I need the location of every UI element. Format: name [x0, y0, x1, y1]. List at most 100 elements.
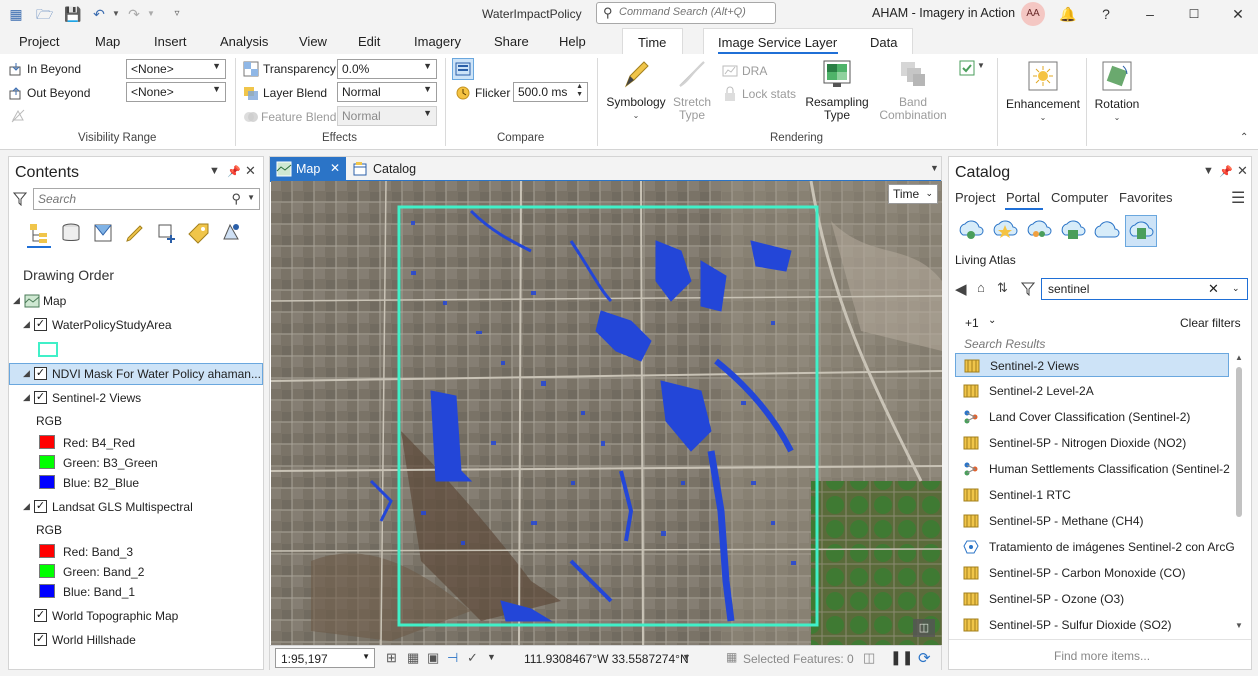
- resampling-type-button[interactable]: Resampling Type: [803, 58, 871, 122]
- feature-blend-dropdown[interactable]: Normal ▼: [337, 106, 437, 126]
- catalog-search-input[interactable]: [1048, 282, 1198, 296]
- enhancement-button[interactable]: Enhancement ⌄: [1003, 60, 1083, 124]
- tree-row-study-area[interactable]: ◢ ✓ WaterPolicyStudyArea: [9, 315, 263, 337]
- pane-options-icon[interactable]: ▼: [209, 165, 220, 177]
- select-icon[interactable]: ▦: [726, 650, 737, 664]
- navigator-icon[interactable]: ◫: [913, 619, 935, 637]
- filter-count[interactable]: +1: [965, 316, 979, 330]
- close-pane-icon[interactable]: ✕: [1237, 163, 1248, 179]
- expand-toggle-icon[interactable]: ◢: [13, 295, 20, 306]
- pin-icon[interactable]: 📌: [227, 165, 241, 178]
- lock-stats-button[interactable]: Lock stats: [742, 87, 796, 101]
- legend-red-swatch[interactable]: [39, 435, 55, 449]
- redo-dropdown-icon[interactable]: ▼: [143, 6, 159, 22]
- out-beyond-dropdown[interactable]: <None> ▼: [126, 82, 226, 102]
- command-search-input[interactable]: [619, 6, 769, 18]
- result-item[interactable]: Sentinel-5P - Methane (CH4): [955, 509, 1229, 533]
- spinner-icon[interactable]: ▲ ▼: [576, 83, 583, 99]
- list-by-selection-icon[interactable]: [91, 221, 115, 245]
- visibility-checkbox[interactable]: ✓: [34, 633, 47, 646]
- scroll-down-icon[interactable]: ▼: [1235, 621, 1243, 630]
- filter-icon[interactable]: [13, 192, 27, 206]
- apply-template-icon[interactable]: [959, 60, 975, 76]
- save-icon[interactable]: 💾: [64, 6, 81, 22]
- tree-row-sentinel-2-views[interactable]: ◢ ✓ Sentinel-2 Views: [9, 388, 263, 410]
- clear-filters-link[interactable]: Clear filters: [1180, 316, 1241, 330]
- result-item[interactable]: Tratamiento de imágenes Sentinel-2 con A…: [955, 535, 1235, 559]
- tree-row-map[interactable]: ◢ Map: [9, 291, 263, 313]
- constraints-icon[interactable]: ⊣: [447, 650, 458, 666]
- transparency-input[interactable]: 0.0% ▼: [337, 59, 437, 79]
- minimize-button[interactable]: –: [1140, 4, 1160, 24]
- tab-image-service-layer[interactable]: Image Service Layer: [718, 35, 837, 50]
- visibility-checkbox[interactable]: ✓: [34, 367, 47, 380]
- pin-icon[interactable]: 📌: [1219, 165, 1233, 178]
- list-by-drawing-order-icon[interactable]: [27, 221, 51, 245]
- tab-data[interactable]: Data: [870, 35, 897, 50]
- flicker-rate-input[interactable]: 500.0 ms ▲ ▼: [513, 82, 588, 102]
- tab-help[interactable]: Help: [559, 34, 586, 49]
- maximize-button[interactable]: ☐: [1184, 4, 1204, 24]
- tab-analysis[interactable]: Analysis: [220, 34, 268, 49]
- avatar[interactable]: AA: [1021, 2, 1045, 26]
- visibility-checkbox[interactable]: ✓: [34, 609, 47, 622]
- symbology-button[interactable]: Symbology ⌄: [603, 58, 669, 122]
- close-tab-icon[interactable]: ✕: [330, 161, 340, 175]
- study-area-symbol[interactable]: [38, 342, 58, 357]
- redo-icon[interactable]: ↷: [126, 6, 142, 22]
- pause-drawing-icon[interactable]: ❚❚: [890, 649, 913, 666]
- close-button[interactable]: ✕: [1228, 4, 1248, 24]
- open-project-icon[interactable]: 🗁: [36, 6, 53, 22]
- result-item[interactable]: Sentinel-5P - Ozone (O3): [955, 587, 1229, 611]
- scrollbar-thumb[interactable]: [1236, 367, 1242, 517]
- list-by-labeling-icon[interactable]: [187, 221, 211, 245]
- catalog-search[interactable]: ✕ ⌄: [1041, 278, 1248, 300]
- clear-search-icon[interactable]: ✕: [1208, 281, 1219, 297]
- legend-red-swatch[interactable]: [39, 544, 55, 558]
- living-atlas-button[interactable]: [1125, 215, 1157, 247]
- home-icon[interactable]: ⌂: [977, 280, 985, 295]
- collapse-ribbon-icon[interactable]: ⌃: [1240, 132, 1248, 143]
- result-item[interactable]: Sentinel-5P - Nitrogen Dioxide (NO2): [955, 431, 1229, 455]
- list-by-data-source-icon[interactable]: [59, 221, 83, 245]
- chevron-down-icon[interactable]: ▼: [977, 61, 985, 70]
- tab-project[interactable]: Project: [19, 34, 59, 49]
- tab-favorites[interactable]: Favorites: [1119, 190, 1172, 205]
- sort-icon[interactable]: ⇅: [997, 280, 1008, 296]
- expand-toggle-icon[interactable]: ◢: [23, 319, 30, 330]
- result-item[interactable]: Sentinel-1 RTC: [955, 483, 1229, 507]
- tab-view[interactable]: View: [299, 34, 327, 49]
- close-pane-icon[interactable]: ✕: [245, 163, 256, 179]
- tab-time[interactable]: Time: [638, 35, 666, 50]
- snapping-icon[interactable]: ▣: [427, 650, 439, 666]
- map-canvas[interactable]: Time ⌄ ◫: [271, 181, 942, 645]
- result-item[interactable]: Sentinel-2 Level-2A: [955, 379, 1229, 403]
- new-project-icon[interactable]: ▦: [8, 6, 24, 22]
- chevron-down-icon[interactable]: ⌄: [988, 315, 996, 326]
- time-slider-button[interactable]: Time ⌄: [888, 184, 938, 204]
- in-beyond-dropdown[interactable]: <None> ▼: [126, 59, 226, 79]
- grid-icon[interactable]: ▦: [407, 650, 419, 666]
- swipe-button[interactable]: [452, 58, 474, 80]
- expand-toggle-icon[interactable]: ◢: [23, 368, 30, 379]
- my-organization-icon[interactable]: [1059, 217, 1087, 245]
- tree-row-world-hillshade[interactable]: ✓ World Hillshade: [9, 630, 263, 652]
- tab-share[interactable]: Share: [494, 34, 529, 49]
- expand-toggle-icon[interactable]: ◢: [23, 392, 30, 403]
- legend-blue-swatch[interactable]: [39, 584, 55, 598]
- tab-portal[interactable]: Portal: [1006, 190, 1040, 205]
- tab-time-box[interactable]: Time: [622, 28, 683, 54]
- command-search[interactable]: ⚲: [596, 2, 776, 24]
- legend-green-swatch[interactable]: [39, 564, 55, 578]
- filter-results-icon[interactable]: ◫: [863, 650, 875, 666]
- arcgis-online-icon[interactable]: [1093, 217, 1121, 245]
- visibility-checkbox[interactable]: ✓: [34, 500, 47, 513]
- legend-blue-swatch[interactable]: [39, 475, 55, 489]
- tree-row-ndvi-mask[interactable]: ◢ ✓ NDVI Mask For Water Policy ahaman...: [9, 363, 263, 385]
- tree-row-world-topographic[interactable]: ✓ World Topographic Map: [9, 606, 263, 628]
- tab-project[interactable]: Project: [955, 190, 995, 205]
- scroll-up-icon[interactable]: ▲: [1235, 353, 1243, 362]
- pane-options-icon[interactable]: ▼: [1203, 165, 1214, 177]
- menu-icon[interactable]: ☰: [1231, 188, 1245, 208]
- tab-map-view[interactable]: Map ✕: [270, 157, 346, 181]
